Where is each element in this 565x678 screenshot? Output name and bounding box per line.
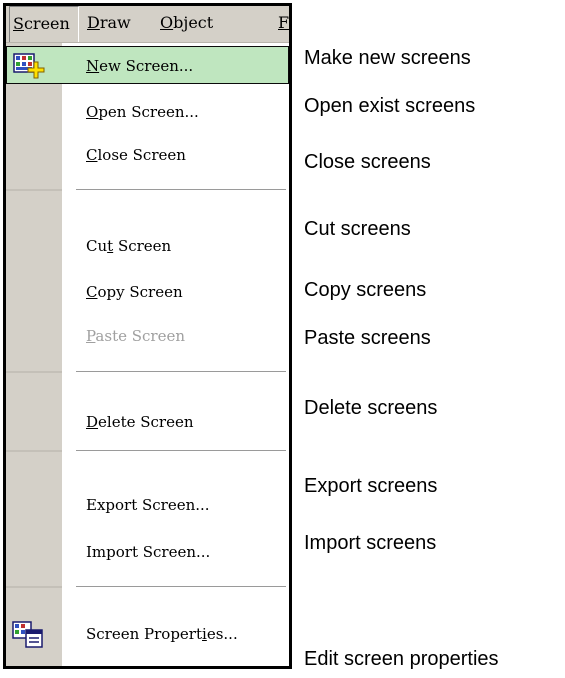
label-post: elete Screen — [98, 413, 194, 431]
menu-item-cut-screen[interactable]: Cut Screen — [6, 227, 289, 265]
label-post: es... — [206, 625, 238, 643]
menubar-label: creen — [23, 14, 70, 33]
menu-item-delete-screen[interactable]: Delete Screen — [6, 403, 289, 441]
menu-item-label: Import Screen... — [86, 533, 210, 571]
menu-item-label: Delete Screen — [86, 403, 194, 441]
menubar-label: bject — [173, 13, 214, 32]
menu-item-label: Export Screen... — [86, 486, 210, 524]
menubar-label: raw — [99, 13, 131, 32]
label-pre: Export Screen... — [86, 496, 210, 514]
menu-item-screen-properties[interactable]: Screen Properties... — [6, 615, 289, 653]
label-pre: Screen Propert — [86, 625, 203, 643]
menu-item-export-screen[interactable]: Export Screen... — [6, 486, 289, 524]
menu-separator — [6, 189, 289, 191]
label-mnemonic: C — [86, 283, 98, 301]
menu-item-import-screen[interactable]: Import Screen... — [6, 533, 289, 571]
menubar-item-screen[interactable]: Screen — [9, 6, 79, 42]
menu-item-open-screen[interactable]: Open Screen... — [6, 93, 289, 131]
menu-item-label: Cut Screen — [86, 227, 171, 265]
menu-item-label: Open Screen... — [86, 93, 199, 131]
annotation-import-screens: Import screens — [304, 532, 437, 554]
label-post: lose Screen — [97, 146, 186, 164]
menubar-item-object[interactable]: Object — [160, 6, 213, 42]
annotation-new-screens: Make new screens — [304, 47, 471, 69]
menu-item-paste-screen[interactable]: Paste Screen — [6, 317, 289, 355]
menubar-mnemonic: O — [160, 13, 174, 32]
annotation-paste-screens: Paste screens — [304, 327, 431, 349]
menu-item-copy-screen[interactable]: Copy Screen — [6, 273, 289, 311]
label-post: ew Screen... — [99, 57, 194, 75]
label-pre: Cu — [86, 237, 108, 255]
annotation-export-screens: Export screens — [304, 475, 438, 497]
annotation-copy-screens: Copy screens — [304, 279, 427, 301]
menu-item-label: Screen Properties... — [86, 615, 238, 653]
menu-item-label: Close Screen — [86, 136, 186, 174]
menubar-item-truncated[interactable]: F — [278, 6, 289, 42]
menubar-mnemonic: D — [87, 13, 100, 32]
label-mnemonic: N — [86, 57, 100, 75]
new-screen-icon — [12, 50, 46, 82]
annotation-close-screens: Close screens — [304, 151, 431, 173]
menubar: Screen Draw Object F — [6, 6, 289, 43]
screen-menu-frame: Screen Draw Object F New Screen... Open … — [3, 3, 292, 669]
label-mnemonic: D — [86, 413, 99, 431]
menu-item-close-screen[interactable]: Close Screen — [6, 136, 289, 174]
menu-item-label: Copy Screen — [86, 273, 183, 311]
menu-separator — [6, 371, 289, 373]
annotation-cut-screens: Cut screens — [304, 218, 411, 240]
label-post: Screen — [113, 237, 172, 255]
menu-item-label: Paste Screen — [86, 317, 185, 355]
menubar-mnemonic: F — [278, 13, 289, 32]
annotation-delete-screens: Delete screens — [304, 397, 438, 419]
menu-item-new-screen[interactable]: New Screen... — [6, 46, 289, 84]
label-mnemonic: C — [86, 146, 98, 164]
menubar-item-draw[interactable]: Draw — [87, 6, 131, 42]
annotation-open-screens: Open exist screens — [304, 95, 476, 117]
menu-separator — [6, 586, 289, 588]
screen-properties-icon — [11, 618, 45, 650]
label-post: pen Screen... — [98, 103, 199, 121]
menu-item-label: New Screen... — [86, 47, 193, 85]
menu-separator — [6, 450, 289, 452]
label-post: opy Screen — [97, 283, 183, 301]
label-mnemonic: O — [86, 103, 99, 121]
menubar-mnemonic: S — [13, 14, 24, 33]
label-mnemonic: P — [86, 327, 96, 345]
annotation-edit-screen-properties: Edit screen properties — [304, 648, 499, 670]
label-post: aste Screen — [95, 327, 185, 345]
label-pre: Import Screen... — [86, 543, 211, 561]
